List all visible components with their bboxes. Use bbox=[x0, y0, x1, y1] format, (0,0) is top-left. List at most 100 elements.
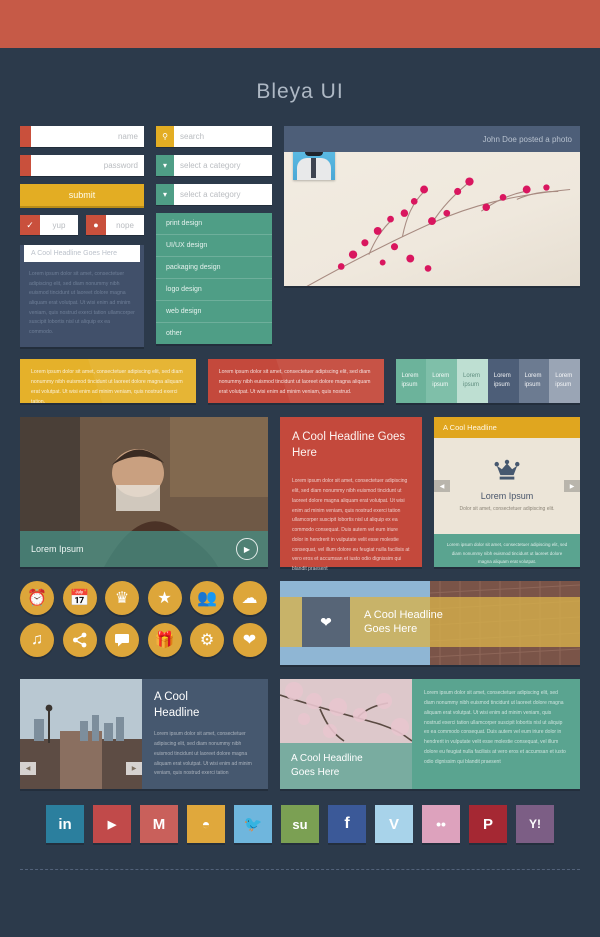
carousel-subtitle: Dolor sit amet, consectetuer adipiscing … bbox=[459, 506, 555, 513]
red-content-panel: A Cool Headline Goes Here Lorem ipsum do… bbox=[280, 417, 422, 572]
slider-prev-arrow-icon[interactable]: ◀ bbox=[20, 762, 36, 776]
gear-icon[interactable]: ⚙ bbox=[190, 623, 224, 658]
music-note-icon[interactable]: ♫ bbox=[20, 623, 54, 658]
yahoo-icon[interactable]: Y! bbox=[516, 805, 554, 844]
category-select-value: select a category bbox=[174, 155, 272, 176]
radio-dot-icon: ● bbox=[86, 215, 106, 235]
dropdown-option[interactable]: logo design bbox=[156, 279, 272, 301]
carousel-card: A Cool Headline Lorem Ipsum Dolor sit am… bbox=[434, 417, 580, 568]
pinterest-icon[interactable]: P bbox=[469, 805, 507, 844]
post-meta-bar: John Doe posted a photo bbox=[284, 126, 580, 152]
blossom-body: Lorem ipsum dolor sit amet, consectetuer… bbox=[412, 679, 580, 790]
dropdown-option[interactable]: print design bbox=[156, 213, 272, 235]
category-dropdown-list[interactable]: print design UI/UX design packaging desi… bbox=[156, 213, 272, 344]
city-slider-card: ◀ ▶ A Cool Headline Lorem ipsum dolor si… bbox=[20, 679, 268, 790]
password-field[interactable]: password bbox=[20, 155, 144, 176]
submit-button[interactable]: submit bbox=[20, 184, 144, 206]
carousel-header: A Cool Headline bbox=[434, 417, 580, 439]
dropdown-option[interactable]: web design bbox=[156, 301, 272, 323]
content-cards-row: ◀ ▶ A Cool Headline Lorem ipsum dolor si… bbox=[20, 679, 580, 790]
field-accent bbox=[20, 126, 31, 147]
yes-toggle[interactable]: ✓ yup bbox=[20, 215, 78, 235]
alarm-clock-icon[interactable]: ⏰ bbox=[20, 581, 54, 616]
category-select-closed[interactable]: ▾ select a category bbox=[156, 155, 272, 176]
youtube-icon[interactable]: ▶ bbox=[93, 805, 131, 844]
crown-icon[interactable]: ♛ bbox=[105, 581, 139, 616]
banner-headline-line1: A Cool Headline bbox=[364, 608, 443, 621]
chat-bubble-icon[interactable] bbox=[105, 623, 139, 658]
video-caption: Lorem Ipsum bbox=[31, 544, 84, 555]
tab-item[interactable]: Lorem ipsum bbox=[457, 359, 488, 404]
gift-icon[interactable]: 🎁 bbox=[147, 623, 182, 658]
form-column: name password submit ✓ yup ● nope A Cool… bbox=[20, 126, 144, 348]
tab-item[interactable]: Lorem ipsum bbox=[487, 359, 519, 404]
dropdown-option[interactable]: other bbox=[156, 323, 272, 344]
note-card-title: A Cool Headline Goes Here bbox=[24, 245, 140, 262]
category-select-open-value: select a category bbox=[174, 184, 272, 205]
icons-banner-row: ⏰ 📅 ♛ ★ 👥 ☁ ♫ 🎁 ⚙ ❤ ❤ A Cool Headline Go… bbox=[20, 581, 580, 666]
heart-icon[interactable]: ❤ bbox=[232, 623, 267, 658]
tab-bar[interactable]: Lorem ipsum Lorem ipsum Lorem ipsum Lore… bbox=[395, 359, 580, 404]
blossom-overlay-headline: A Cool Headline Goes Here bbox=[280, 743, 412, 790]
blossom-card: A Cool Headline Goes Here Lorem ipsum do… bbox=[280, 679, 580, 790]
video-player-card[interactable]: Lorem Ipsum ▶ bbox=[20, 417, 268, 568]
page-title: Bleya UI bbox=[256, 80, 344, 103]
cloud-icon[interactable]: ☁ bbox=[232, 581, 267, 616]
social-icon-row: in ▶ M ◓ 🐦 su f V •• P Y! bbox=[20, 805, 580, 844]
dropdown-option[interactable]: packaging design bbox=[156, 257, 272, 279]
users-icon[interactable]: 👥 bbox=[190, 581, 224, 616]
alert-yellow: Lorem ipsum dolor sit amet, consectetuer… bbox=[20, 359, 196, 404]
share-icon[interactable] bbox=[62, 623, 97, 658]
no-toggle[interactable]: ● nope bbox=[86, 215, 144, 235]
post-meta-text: John Doe posted a photo bbox=[482, 134, 572, 144]
forms-row: name password submit ✓ yup ● nope A Cool… bbox=[20, 126, 580, 348]
calendar-icon[interactable]: 📅 bbox=[62, 581, 97, 616]
red-panel-headline: A Cool Headline Goes Here bbox=[292, 431, 406, 459]
rss-icon[interactable]: ◓ bbox=[187, 805, 225, 844]
vimeo-icon[interactable]: V bbox=[375, 805, 413, 844]
name-input[interactable]: name bbox=[31, 126, 144, 147]
stumbleupon-icon[interactable]: su bbox=[281, 805, 319, 844]
star-icon[interactable]: ★ bbox=[147, 581, 182, 616]
chevron-down-icon: ▾ bbox=[156, 184, 174, 205]
feature-banner[interactable]: ❤ A Cool Headline Goes Here bbox=[280, 581, 580, 666]
alert-red: Lorem ipsum dolor sit amet, consectetuer… bbox=[207, 359, 384, 404]
password-input[interactable]: password bbox=[31, 155, 144, 176]
search-input[interactable]: search bbox=[174, 126, 272, 147]
twitter-icon[interactable]: 🐦 bbox=[234, 805, 272, 844]
blossom-headline-line1: A Cool Headline bbox=[291, 753, 363, 765]
toggle-group: ✓ yup ● nope bbox=[20, 215, 144, 235]
carousel-prev-arrow-icon[interactable]: ◀ bbox=[434, 480, 450, 493]
search-field[interactable]: ⚲ search bbox=[156, 126, 272, 147]
check-icon: ✓ bbox=[20, 215, 40, 235]
tab-item[interactable]: Lorem ipsum bbox=[395, 359, 427, 404]
media-row: Lorem Ipsum ▶ A Cool Headline Goes Here … bbox=[20, 417, 580, 572]
dropdown-option[interactable]: UI/UX design bbox=[156, 235, 272, 257]
gmail-icon[interactable]: M bbox=[140, 805, 178, 844]
banner-strip: ❤ A Cool Headline Goes Here bbox=[280, 597, 580, 648]
search-icon: ⚲ bbox=[156, 126, 174, 147]
carousel-next-arrow-icon[interactable]: ▶ bbox=[564, 480, 580, 493]
yes-toggle-label: yup bbox=[40, 215, 78, 235]
slider-text-panel: A Cool Headline Lorem ipsum dolor sit am… bbox=[142, 679, 268, 790]
note-card-body: Lorem ipsum dolor sit amet, consectetuer… bbox=[29, 271, 135, 335]
heart-icon: ❤ bbox=[302, 597, 350, 648]
blossom-photo: A Cool Headline Goes Here bbox=[280, 679, 412, 790]
linkedin-icon[interactable]: in bbox=[46, 805, 84, 844]
banner-headline-line2: Goes Here bbox=[364, 623, 418, 636]
post-photo bbox=[284, 152, 580, 286]
photo-post-card: John Doe posted a photo bbox=[284, 126, 580, 347]
tab-item[interactable]: Lorem ipsum bbox=[549, 359, 580, 404]
no-toggle-label: nope bbox=[106, 215, 144, 235]
select-column: ⚲ search ▾ select a category ▾ select a … bbox=[156, 126, 272, 347]
slider-body: Lorem ipsum dolor sit amet, consectetuer… bbox=[154, 731, 252, 777]
facebook-icon[interactable]: f bbox=[328, 805, 366, 844]
icon-grid: ⏰ 📅 ♛ ★ 👥 ☁ ♫ 🎁 ⚙ ❤ bbox=[20, 581, 268, 665]
category-select-open[interactable]: ▾ select a category bbox=[156, 184, 272, 205]
flickr-icon[interactable]: •• bbox=[422, 805, 460, 844]
tab-item[interactable]: Lorem ipsum bbox=[518, 359, 550, 404]
slider-next-arrow-icon[interactable]: ▶ bbox=[126, 762, 142, 776]
tab-item[interactable]: Lorem ipsum bbox=[426, 359, 457, 404]
name-field[interactable]: name bbox=[20, 126, 144, 147]
footer-divider bbox=[20, 869, 580, 871]
